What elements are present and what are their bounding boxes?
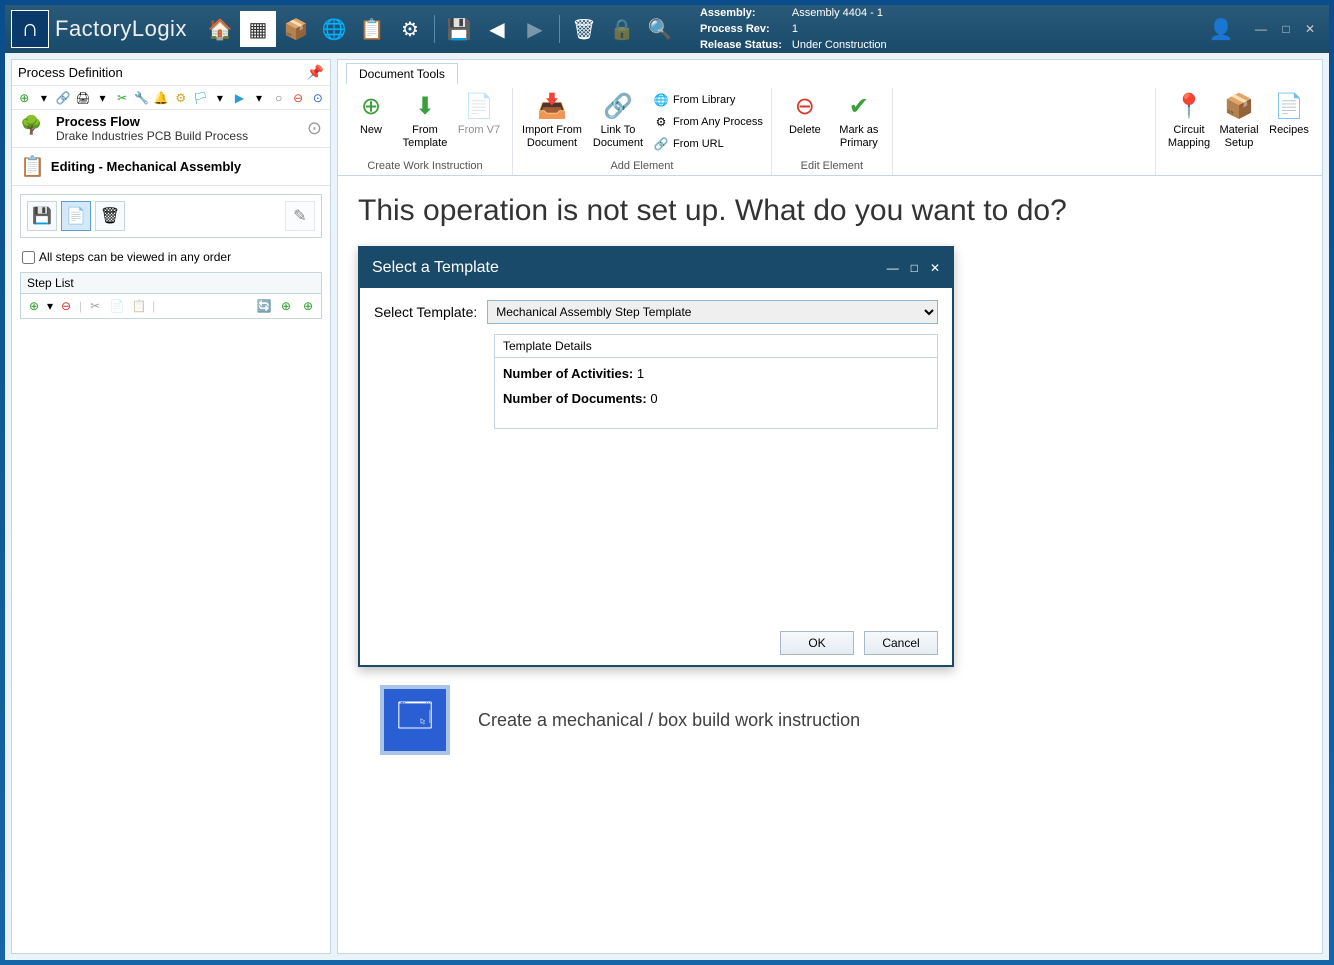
dialog-minimize-button[interactable]: — (887, 261, 899, 275)
tool1-icon[interactable]: ✂ (114, 89, 131, 107)
step-list-header: Step List (20, 272, 322, 293)
circuit-mapping-button[interactable]: 📍 Circuit Mapping (1164, 88, 1214, 175)
close-button[interactable]: ✕ (1299, 20, 1321, 38)
cancel-button[interactable]: Cancel (864, 631, 938, 655)
material-setup-button[interactable]: 📦 Material Setup (1214, 88, 1264, 175)
select-template-label: Select Template: (374, 304, 477, 320)
gear-icon[interactable]: ⚙ (392, 11, 428, 47)
ok-button[interactable]: OK (780, 631, 854, 655)
home-icon[interactable]: 🏠 (202, 11, 238, 47)
app-title: FactoryLogix (55, 16, 187, 42)
dialog-title: Select a Template (372, 259, 499, 277)
tool7-icon[interactable]: ○ (270, 89, 287, 107)
create-work-instruction-row[interactable]: 🗔 Create a mechanical / box build work i… (358, 685, 1302, 755)
globe-icon[interactable]: 🌐 (316, 11, 352, 47)
user-icon[interactable]: 👤 (1203, 11, 1239, 47)
mechanical-build-icon: 🗔 (380, 685, 450, 755)
from-template-button[interactable]: ⬇ From Template (400, 88, 450, 149)
create-hint-text: Create a mechanical / box build work ins… (478, 710, 860, 731)
new-button[interactable]: ⊕ New (346, 88, 396, 137)
sidebar: Process Definition 📌 ⊕ ▾ 🔗 🖨 ▾ ✂ 🔧 🔔 ⚙ 🏳… (11, 59, 331, 954)
from-v7-button: 📄 From V7 (454, 88, 504, 137)
tool5-icon[interactable]: 🏳 (192, 89, 209, 107)
step-edit-button[interactable]: ✎ (285, 201, 315, 231)
tool3-icon[interactable]: 🔔 (153, 89, 170, 107)
expand-icon[interactable]: ⊙ (307, 118, 322, 139)
tool8-icon[interactable]: ⊖ (290, 89, 307, 107)
delete-icon: ⊖ (789, 90, 821, 122)
download-circle-icon: ⬇ (409, 90, 441, 122)
process-icon: ⚙ (653, 114, 669, 130)
checklist-icon: 📋 (20, 154, 45, 179)
tool2-icon[interactable]: 🔧 (133, 89, 150, 107)
step-remove-icon[interactable]: ⊖ (57, 297, 75, 315)
prompt-heading: This operation is not set up. What do yo… (358, 194, 1302, 228)
link-icon[interactable]: 🔗 (55, 89, 72, 107)
link-doc-icon: 🔗 (602, 90, 634, 122)
tool6-icon[interactable]: ▶ (231, 89, 248, 107)
app-logo-icon: ∩ (11, 10, 49, 48)
from-any-process-button[interactable]: ⚙From Any Process (653, 112, 763, 132)
step-copy-icon[interactable]: 📄 (108, 297, 126, 315)
select-template-dialog: Select a Template — □ ✕ Select Template:… (358, 246, 954, 667)
from-library-button[interactable]: 🌐From Library (653, 90, 763, 110)
all-steps-checkbox[interactable] (22, 251, 35, 264)
recipes-button[interactable]: 📄 Recipes (1264, 88, 1314, 175)
step-refresh-icon[interactable]: 🔄 (255, 297, 273, 315)
package-icon[interactable]: 📦 (278, 11, 314, 47)
sidebar-title: Process Definition (18, 65, 123, 80)
dialog-close-button[interactable]: ✕ (930, 261, 940, 275)
document-icon: 📄 (463, 90, 495, 122)
from-url-button[interactable]: 🔗From URL (653, 134, 763, 154)
step-down-icon[interactable]: ⊕ (299, 297, 317, 315)
plus-circle-icon: ⊕ (355, 90, 387, 122)
clipboard-icon[interactable]: 📋 (354, 11, 390, 47)
import-doc-icon: 📥 (536, 90, 568, 122)
step-view-1-button[interactable]: 💾 (27, 201, 57, 231)
tab-document-tools[interactable]: Document Tools (346, 63, 458, 84)
print-icon[interactable]: 🖨 (75, 89, 92, 107)
lock-icon: 🔒 (604, 11, 640, 47)
editing-row: 📋 Editing - Mechanical Assembly (12, 148, 330, 186)
search-tree-icon[interactable]: 🔍 (642, 11, 678, 47)
template-details-header: Template Details (495, 335, 937, 358)
titlebar: ∩ FactoryLogix 🏠 ▦ 📦 🌐 📋 ⚙ 💾 ◀ ▶ 🗑 🔒 🔍 A… (5, 5, 1329, 53)
link-to-document-button[interactable]: 🔗 Link To Document (587, 88, 649, 149)
grid-icon[interactable]: ▦ (240, 11, 276, 47)
tool4-icon[interactable]: ⚙ (173, 89, 190, 107)
minimize-button[interactable]: — (1249, 20, 1273, 38)
dialog-maximize-button[interactable]: □ (911, 261, 918, 275)
step-paste-icon[interactable]: 📋 (130, 297, 148, 315)
save-icon[interactable]: 💾 (441, 11, 477, 47)
boxes-icon: 📦 (1223, 90, 1255, 122)
url-icon: 🔗 (653, 136, 669, 152)
import-from-document-button[interactable]: 📥 Import From Document (521, 88, 583, 149)
library-icon: 🌐 (653, 92, 669, 108)
maximize-button[interactable]: □ (1276, 20, 1295, 38)
pin-gear-icon: 📍 (1173, 90, 1205, 122)
assembly-info: Assembly:Assembly 4404 - 1 Process Rev:1… (698, 4, 889, 55)
pin-icon[interactable]: 📌 (307, 64, 324, 81)
step-view-2-button[interactable]: 📄 (61, 201, 91, 231)
delete-doc-icon[interactable]: 🗑 (566, 11, 602, 47)
step-cut-icon[interactable]: ✂ (86, 297, 104, 315)
mark-primary-button[interactable]: ✔ Mark as Primary (834, 88, 884, 149)
step-up-icon[interactable]: ⊕ (277, 297, 295, 315)
check-icon: ✔ (843, 90, 875, 122)
template-select[interactable]: Mechanical Assembly Step Template (487, 300, 938, 324)
step-view-3-button[interactable]: 🗑 (95, 201, 125, 231)
ribbon: ⊕ New ⬇ From Template 📄 From V7 Create W… (338, 84, 1322, 176)
back-icon[interactable]: ◀ (479, 11, 515, 47)
flow-tree-icon: 🌳 (20, 115, 48, 143)
delete-button[interactable]: ⊖ Delete (780, 88, 830, 137)
forward-icon: ▶ (517, 11, 553, 47)
recipe-icon: 📄 (1273, 90, 1305, 122)
step-add-icon[interactable]: ⊕ (25, 297, 43, 315)
add-icon[interactable]: ⊕ (16, 89, 33, 107)
sidebar-toolbar: ⊕ ▾ 🔗 🖨 ▾ ✂ 🔧 🔔 ⚙ 🏳 ▾ ▶ ▾ ○ ⊖ ⊙ (12, 86, 330, 110)
tool9-icon[interactable]: ⊙ (309, 89, 326, 107)
process-flow-row[interactable]: 🌳 Process Flow Drake Industries PCB Buil… (12, 110, 330, 148)
